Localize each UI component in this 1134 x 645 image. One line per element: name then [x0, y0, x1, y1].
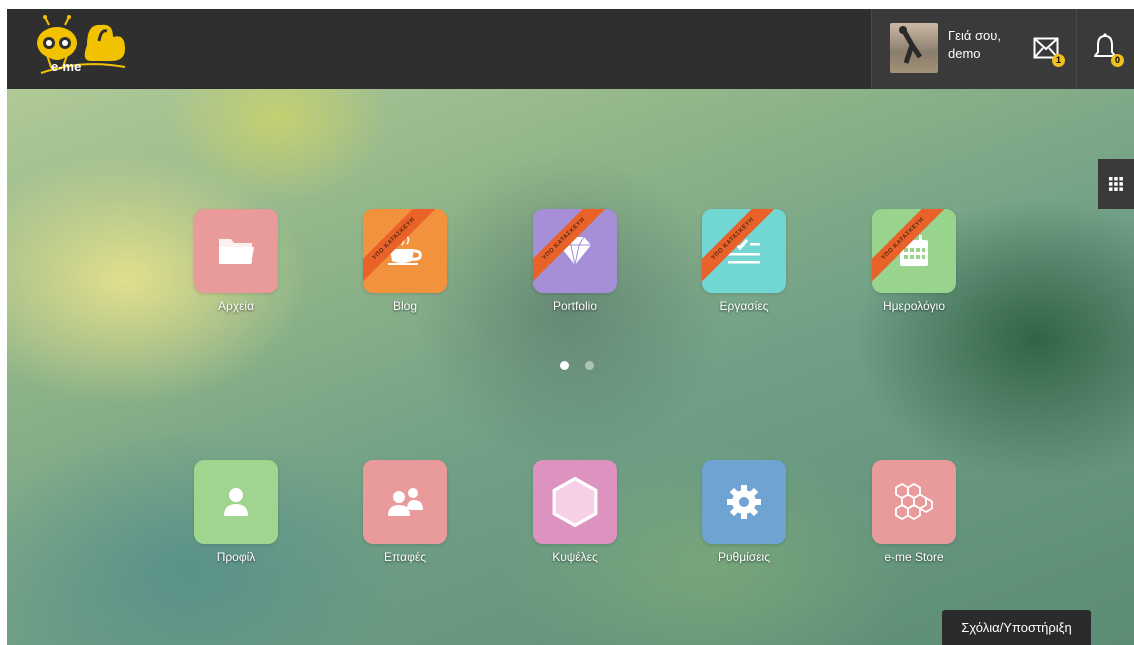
- app-tile-store[interactable]: e-me Store: [871, 460, 957, 564]
- app-label: e-me Store: [884, 550, 944, 564]
- app-label: Blog: [392, 299, 418, 313]
- gear-icon: [727, 485, 761, 519]
- honeycomb-icon: [895, 482, 933, 521]
- user-icon: [224, 488, 248, 516]
- app-label: Επαφές: [384, 550, 426, 564]
- mail-button[interactable]: 1: [1016, 9, 1077, 89]
- app-label: Εργασίες: [719, 299, 769, 313]
- hexagon-icon: [552, 476, 598, 528]
- avatar: [890, 23, 938, 73]
- logo-text: e-me: [51, 59, 82, 74]
- app-tile-contacts[interactable]: Επαφές: [362, 460, 448, 564]
- mail-count-badge: 1: [1052, 54, 1065, 67]
- app-icon: [702, 460, 786, 544]
- app-icon: ΥΠΟ ΚΑΤΑΣΚΕΥΗ: [363, 209, 447, 293]
- app-label: Κυψέλες: [552, 550, 598, 564]
- app-label: Αρχεία: [217, 299, 255, 313]
- app-label: Προφίλ: [216, 550, 256, 564]
- contacts-icon: [388, 488, 423, 516]
- app-icon: [363, 460, 447, 544]
- user-menu[interactable]: Γειά σου, demo: [871, 9, 1017, 89]
- app-icon: [194, 460, 278, 544]
- top-bar: e-me Γειά σου, demo 1 0: [7, 9, 1134, 89]
- app-icon: [872, 460, 956, 544]
- username: demo: [948, 46, 981, 61]
- app-icon: ΥΠΟ ΚΑΤΑΣΚΕΥΗ: [702, 209, 786, 293]
- desktop: e-me Γειά σου, demo 1 0 Αρχεία ΥΠΟ ΚΑΤΑΣ…: [7, 9, 1134, 645]
- app-tile-blog[interactable]: ΥΠΟ ΚΑΤΑΣΚΕΥΗ Blog: [362, 209, 448, 313]
- app-icon: ΥΠΟ ΚΑΤΑΣΚΕΥΗ: [533, 209, 617, 293]
- app-tile-profile[interactable]: Προφίλ: [193, 460, 279, 564]
- app-tile-settings[interactable]: Ρυθμίσεις: [701, 460, 787, 564]
- app-tile-hives[interactable]: Κυψέλες: [532, 460, 618, 564]
- app-tile-files[interactable]: Αρχεία: [193, 209, 279, 313]
- page-dot[interactable]: [560, 361, 569, 370]
- grid-icon: [1109, 177, 1123, 191]
- app-label: Ημερολόγιο: [882, 299, 946, 313]
- page-dot[interactable]: [585, 361, 594, 370]
- app-label: Portfolio: [552, 299, 598, 313]
- notification-count-badge: 0: [1111, 54, 1124, 67]
- folder-icon: [219, 239, 254, 264]
- app-tile-tasks[interactable]: ΥΠΟ ΚΑΤΑΣΚΕΥΗ Εργασίες: [701, 209, 787, 313]
- feedback-support-button[interactable]: Σχόλια/Υποστήριξη: [942, 610, 1091, 645]
- apps-grid-button[interactable]: [1098, 159, 1134, 209]
- notifications-button[interactable]: 0: [1077, 9, 1134, 89]
- e-me-logo[interactable]: e-me: [21, 15, 131, 85]
- app-icon: [533, 460, 617, 544]
- app-label: Ρυθμίσεις: [717, 550, 771, 564]
- app-tile-portfolio[interactable]: ΥΠΟ ΚΑΤΑΣΚΕΥΗ Portfolio: [532, 209, 618, 313]
- app-icon: ΥΠΟ ΚΑΤΑΣΚΕΥΗ: [872, 209, 956, 293]
- app-icon: [194, 209, 278, 293]
- greeting-line1: Γειά σου,: [948, 28, 1001, 43]
- app-tile-calendar[interactable]: ΥΠΟ ΚΑΤΑΣΚΕΥΗ Ημερολόγιο: [871, 209, 957, 313]
